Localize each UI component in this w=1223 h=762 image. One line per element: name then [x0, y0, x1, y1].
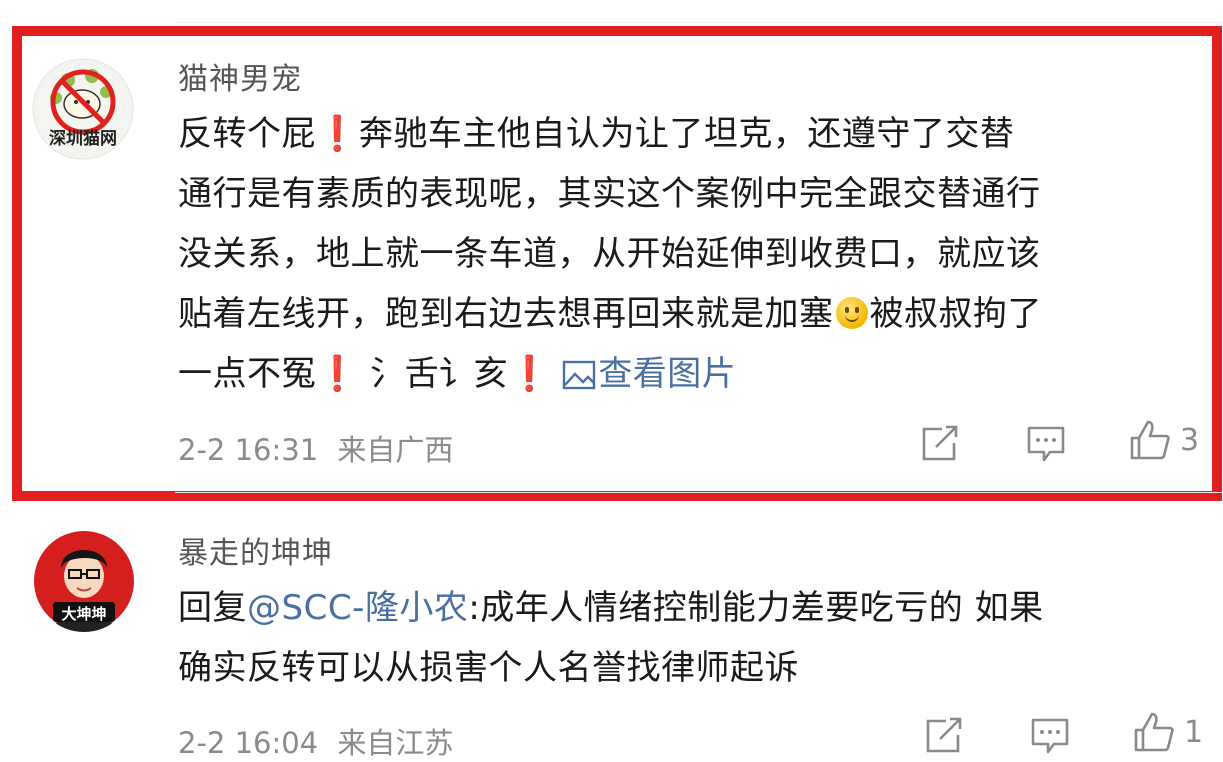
exclamation-icon: ❗ [316, 114, 359, 154]
comment-icon [1031, 718, 1069, 754]
comment-divider [175, 492, 1223, 493]
exclamation-icon: ❗ [316, 354, 359, 394]
view-image-link[interactable]: 查看图片 [562, 354, 736, 394]
comment-line: 反转个屁❗奔驰车主他自认为让了坦克，还遵守了交替 [178, 114, 1015, 154]
share-button[interactable] [920, 424, 960, 464]
username[interactable]: 猫神男宠 [178, 54, 302, 98]
comment-line: 通行是有素质的表现呢，其实这个案例中完全跟交替通行 [178, 174, 1041, 214]
like-icon [1130, 420, 1170, 460]
image-icon [563, 360, 596, 390]
exclamation-icon: ❗ [508, 354, 551, 394]
comment-meta: 2-2 16:04 来自江苏 [178, 720, 453, 762]
comment-line: 确实反转可以从损害个人名誉找律师起诉 [178, 648, 799, 688]
mention-link[interactable]: @SCC-隆小农 [247, 588, 468, 628]
like-icon [1134, 712, 1174, 752]
share-button[interactable] [924, 716, 964, 756]
avatar-caption: 深圳猫网 [49, 129, 117, 149]
comment-button[interactable] [1026, 424, 1066, 464]
like-button[interactable]: 1 [1132, 712, 1203, 752]
comment-text: 回复@SCC-隆小农:成年人情绪控制能力差要吃亏的 如果 确实反转可以从损害个人… [178, 578, 1044, 698]
comment-line: 贴着左线开，跑到右边去想再回来就是加塞 被叔叔拘了 [178, 294, 1042, 334]
timestamp: 2-2 16:31 [178, 433, 319, 467]
top-divider [175, 22, 1223, 23]
smile-emoji-icon [835, 297, 868, 329]
comment-meta: 2-2 16:31 来自广西 [178, 427, 453, 469]
avatar[interactable]: 深圳猫网 [32, 58, 134, 160]
like-button[interactable]: 3 [1128, 420, 1199, 460]
comment-line: 一点不冤❗ 氵舌讠亥❗ 查看图片 [178, 354, 737, 394]
share-icon [926, 717, 962, 753]
comment-line: 回复@SCC-隆小农:成年人情绪控制能力差要吃亏的 如果 [178, 588, 1044, 628]
comment-line: 没关系，地上就一条车道，从开始延伸到收费口，就应该 [178, 234, 1041, 274]
like-count: 1 [1184, 714, 1204, 750]
avatar-caption: 大坤坤 [61, 605, 107, 623]
share-icon [922, 425, 958, 461]
username[interactable]: 暴走的坤坤 [178, 528, 333, 572]
location: 来自广西 [337, 433, 454, 467]
like-count: 3 [1180, 422, 1200, 458]
avatar[interactable]: 大坤坤 [33, 530, 135, 632]
comment-icon [1027, 426, 1065, 462]
comment-button[interactable] [1030, 716, 1070, 756]
comment-text: 反转个屁❗奔驰车主他自认为让了坦克，还遵守了交替 通行是有素质的表现呢，其实这个… [178, 104, 1042, 404]
